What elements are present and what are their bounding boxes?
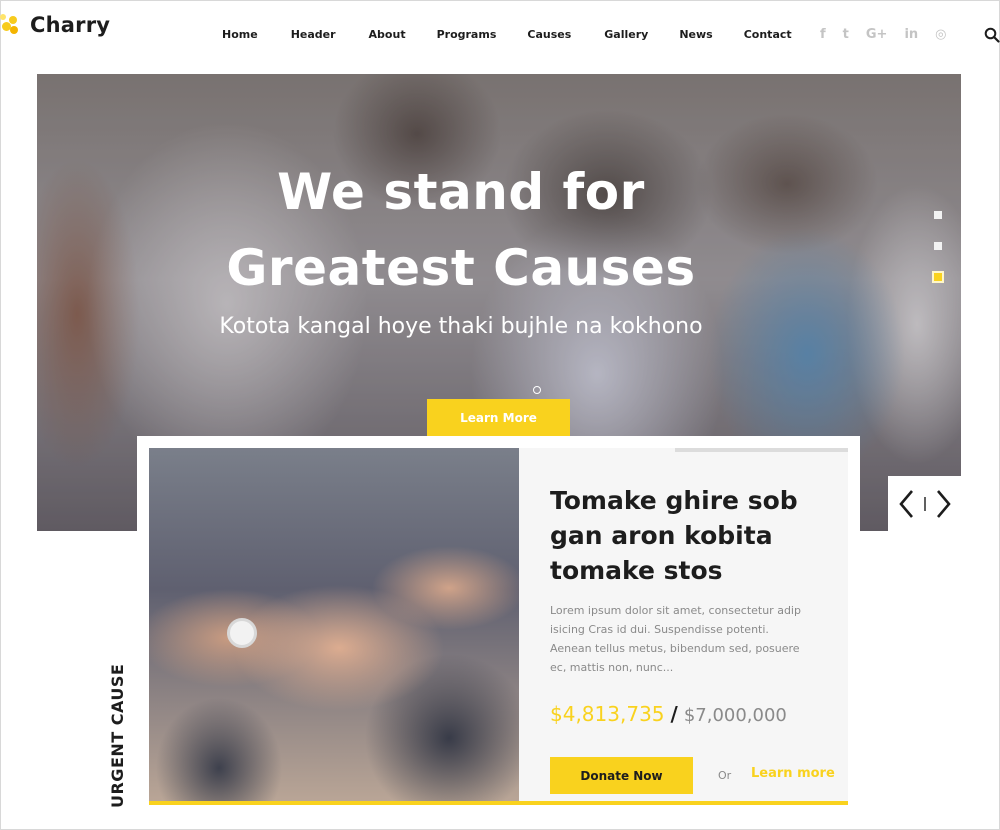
nav-item-header[interactable]: Header — [291, 28, 336, 41]
learn-more-link[interactable]: Learn more — [751, 766, 835, 781]
nav-item-home[interactable]: Home — [222, 28, 258, 41]
chevron-right-icon[interactable] — [936, 489, 951, 518]
nav-item-programs[interactable]: Programs — [437, 28, 497, 41]
nav-item-contact[interactable]: Contact — [744, 28, 792, 41]
cause-photo — [149, 448, 519, 801]
watch-detail — [227, 618, 257, 648]
or-label: Or — [718, 769, 732, 782]
site-logo[interactable]: Charry — [0, 10, 110, 40]
panel-top-line — [675, 448, 848, 452]
nav-item-news[interactable]: News — [679, 28, 712, 41]
cause-description: Lorem ipsum dolor sit amet, consectetur … — [550, 604, 801, 674]
donate-now-button[interactable]: Donate Now — [550, 757, 693, 794]
nav-item-about[interactable]: About — [369, 28, 406, 41]
google-plus-icon[interactable]: G+ — [866, 27, 888, 42]
slider-dot-3[interactable] — [932, 271, 944, 283]
logo-icon — [0, 13, 24, 37]
raised-amount: $4,813,735 — [550, 702, 665, 726]
hero-title-line-2: Greatest Causes — [226, 239, 696, 297]
social-links: f t G+ in ◎ — [820, 27, 964, 42]
urgent-cause-label: URGENT CAUSE — [108, 663, 127, 808]
hero-scroll-indicator — [533, 386, 541, 394]
twitter-icon[interactable]: t — [843, 27, 849, 42]
slider-dot-2[interactable] — [934, 242, 942, 250]
cause-funding: $4,813,735/$7,000,000 — [550, 702, 787, 726]
hero-subtitle: Kotota kangal hoye thaki bujhle na kokho… — [219, 314, 703, 339]
amount-separator: / — [670, 702, 678, 726]
logo-text: Charry — [30, 13, 111, 37]
search-icon[interactable] — [984, 27, 1000, 43]
cause-details-panel: Tomake ghire sob gan aron kobita tomake … — [519, 448, 848, 801]
slider-dot-1[interactable] — [934, 211, 942, 219]
nav-item-causes[interactable]: Causes — [527, 28, 571, 41]
chevron-left-icon[interactable] — [898, 489, 913, 518]
facebook-icon[interactable]: f — [820, 27, 826, 42]
dribbble-icon[interactable]: ◎ — [935, 27, 946, 42]
card-bottom-accent — [149, 801, 848, 805]
slider-arrows — [888, 476, 961, 531]
slider-arrows-icon — [898, 489, 951, 518]
linkedin-icon[interactable]: in — [904, 27, 918, 42]
urgent-cause-card: Tomake ghire sob gan aron kobita tomake … — [137, 436, 860, 806]
hero-title-line-1: We stand for — [277, 163, 645, 221]
goal-amount: $7,000,000 — [683, 705, 787, 726]
main-nav: Home Header About Programs Causes Galler… — [222, 28, 792, 41]
nav-item-gallery[interactable]: Gallery — [604, 28, 648, 41]
hero-learn-more-button[interactable]: Learn More — [427, 399, 570, 436]
cause-title: Tomake ghire sob gan aron kobita tomake … — [550, 486, 798, 585]
